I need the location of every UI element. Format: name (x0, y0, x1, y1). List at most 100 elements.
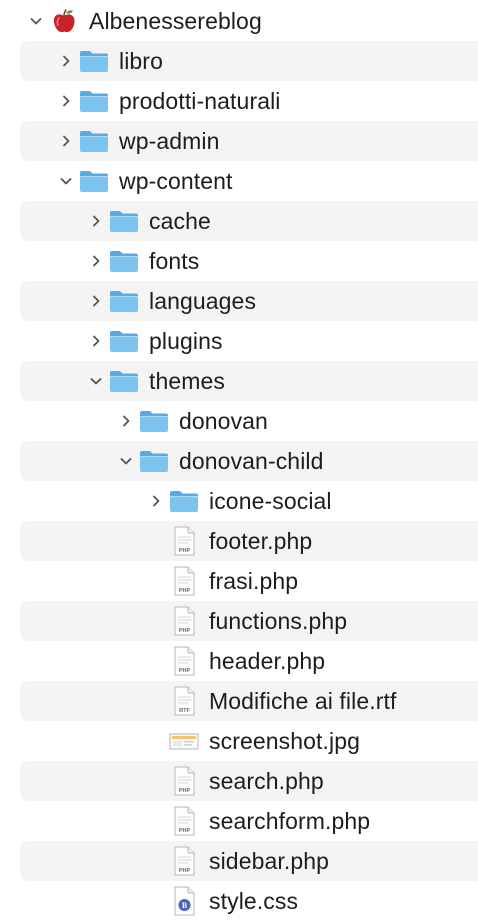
rtf-file-icon: RTF (168, 686, 200, 716)
folder-icon (168, 486, 200, 516)
item-label: frasi.php (209, 567, 299, 594)
folder-icon (78, 126, 110, 156)
item-label: wp-admin (119, 127, 220, 154)
list-item-languages[interactable]: languages (20, 281, 478, 321)
item-label: Albenessereblog (89, 7, 262, 34)
item-label: plugins (149, 327, 223, 354)
list-item-albenessereblog[interactable]: Albenessereblog (0, 1, 478, 41)
list-item-cache[interactable]: cache (20, 201, 478, 241)
chevron-right-icon[interactable] (56, 131, 76, 151)
chevron-down-icon[interactable] (56, 171, 76, 191)
item-label: icone-social (209, 487, 332, 514)
list-item-functions-php[interactable]: PHP functions.php (20, 601, 478, 641)
php-file-icon: PHP (168, 806, 200, 836)
list-item-search-php[interactable]: PHP search.php (20, 761, 478, 801)
list-item-wp-content[interactable]: wp-content (20, 161, 478, 201)
php-file-icon: PHP (168, 606, 200, 636)
item-label: libro (119, 47, 163, 74)
apple-icon (48, 6, 80, 36)
finder-list-view: Albenessereblog libro prodotti-naturali … (0, 0, 478, 920)
chevron-down-icon[interactable] (26, 11, 46, 31)
svg-text:PHP: PHP (179, 668, 191, 674)
item-label: footer.php (209, 527, 313, 554)
item-label: wp-content (119, 167, 233, 194)
item-label: sidebar.php (209, 847, 330, 874)
item-label: header.php (209, 647, 326, 674)
image-file-icon (168, 726, 200, 756)
chevron-right-icon[interactable] (116, 411, 136, 431)
list-item-donovan[interactable]: donovan (20, 401, 478, 441)
list-item-wp-admin[interactable]: wp-admin (20, 121, 478, 161)
item-label: style.css (209, 887, 299, 914)
php-file-icon: PHP (168, 766, 200, 796)
chevron-down-icon[interactable] (116, 451, 136, 471)
php-file-icon: PHP (168, 566, 200, 596)
chevron-right-icon[interactable] (86, 251, 106, 271)
folder-icon (138, 446, 170, 476)
list-item-header-php[interactable]: PHP header.php (20, 641, 478, 681)
item-label: prodotti-naturali (119, 87, 281, 114)
chevron-down-icon[interactable] (86, 371, 106, 391)
item-label: functions.php (209, 607, 348, 634)
item-label: search.php (209, 767, 324, 794)
list-item-footer-php[interactable]: PHP footer.php (20, 521, 478, 561)
svg-text:RTF: RTF (179, 708, 190, 714)
chevron-right-icon[interactable] (56, 51, 76, 71)
chevron-right-icon[interactable] (86, 331, 106, 351)
item-label: searchform.php (209, 807, 371, 834)
item-label: screenshot.jpg (209, 727, 360, 754)
item-label: donovan (179, 407, 268, 434)
svg-text:PHP: PHP (179, 788, 191, 794)
php-file-icon: PHP (168, 526, 200, 556)
list-item-icone-social[interactable]: icone-social (20, 481, 478, 521)
list-item-donovan-child[interactable]: donovan-child (20, 441, 478, 481)
list-item-screenshot-jpg[interactable]: screenshot.jpg (20, 721, 478, 761)
folder-icon (108, 326, 140, 356)
php-file-icon: PHP (168, 646, 200, 676)
svg-text:B: B (182, 901, 188, 910)
folder-icon (138, 406, 170, 436)
list-item-searchform-php[interactable]: PHP searchform.php (20, 801, 478, 841)
item-label: Modifiche ai file.rtf (209, 687, 397, 714)
chevron-right-icon[interactable] (56, 91, 76, 111)
svg-text:PHP: PHP (179, 628, 191, 634)
php-file-icon: PHP (168, 846, 200, 876)
list-item-frasi-php[interactable]: PHP frasi.php (20, 561, 478, 601)
folder-icon (78, 86, 110, 116)
svg-text:PHP: PHP (179, 828, 191, 834)
svg-text:PHP: PHP (179, 588, 191, 594)
folder-icon (78, 166, 110, 196)
chevron-right-icon[interactable] (86, 211, 106, 231)
list-item-themes[interactable]: themes (20, 361, 478, 401)
item-label: languages (149, 287, 257, 314)
list-item-libro[interactable]: libro (20, 41, 478, 81)
folder-icon (78, 46, 110, 76)
folder-icon (108, 206, 140, 236)
css-file-icon: B (168, 886, 200, 916)
chevron-right-icon[interactable] (146, 491, 166, 511)
list-item-prodotti-naturali[interactable]: prodotti-naturali (20, 81, 478, 121)
list-item-plugins[interactable]: plugins (20, 321, 478, 361)
folder-icon (108, 366, 140, 396)
chevron-right-icon[interactable] (86, 291, 106, 311)
list-item-sidebar-php[interactable]: PHP sidebar.php (20, 841, 478, 881)
item-label: donovan-child (179, 447, 324, 474)
list-item-fonts[interactable]: fonts (20, 241, 478, 281)
item-label: cache (149, 207, 211, 234)
list-item-modifiche-ai-file-rtf[interactable]: RTF Modifiche ai file.rtf (20, 681, 478, 721)
list-item-style-css[interactable]: B style.css (20, 881, 478, 920)
folder-icon (108, 246, 140, 276)
item-label: themes (149, 367, 226, 394)
svg-text:PHP: PHP (179, 868, 191, 874)
item-label: fonts (149, 247, 200, 274)
